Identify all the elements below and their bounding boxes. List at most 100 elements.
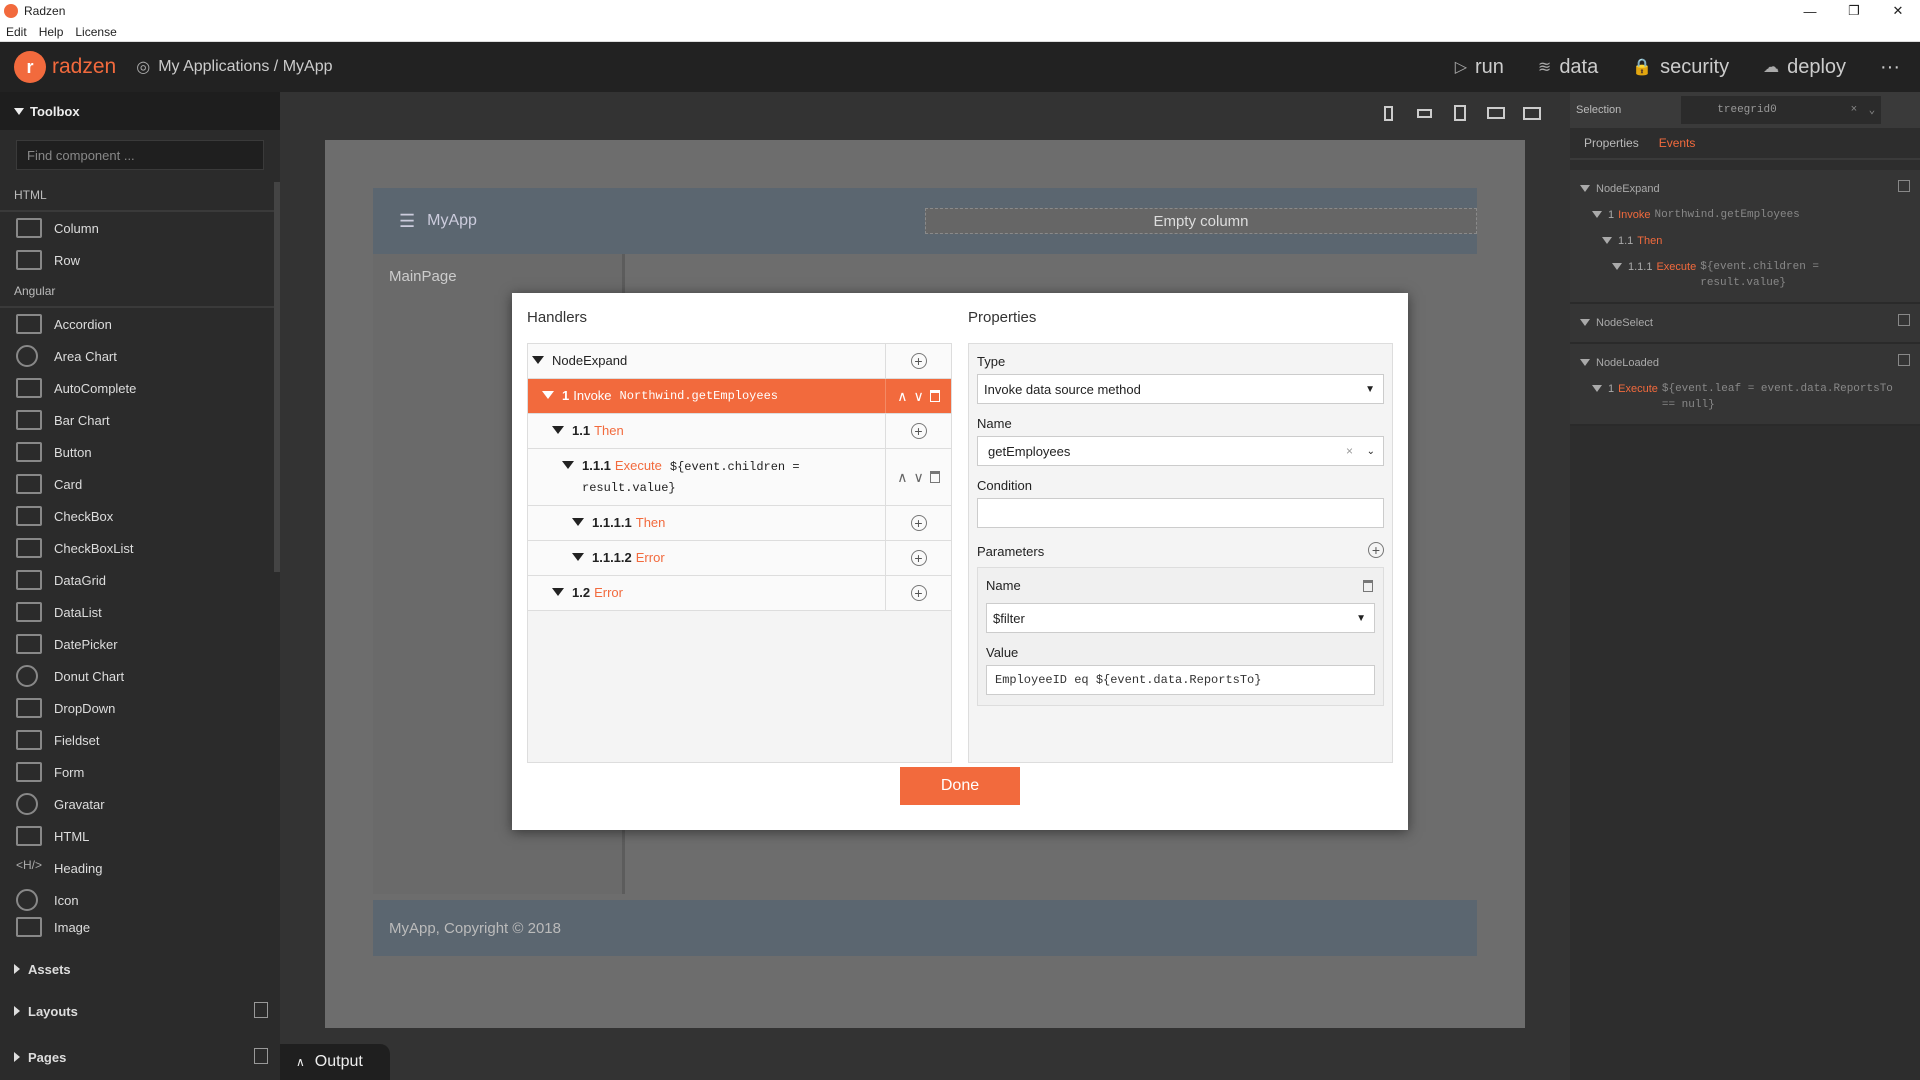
- app-header[interactable]: ☰ MyApp Empty column: [373, 188, 1477, 254]
- add-action-icon[interactable]: +: [910, 515, 927, 531]
- component-button[interactable]: Button: [0, 436, 280, 468]
- action-row[interactable]: 1.1.1 Execute ${event.children = result.va…: [1570, 254, 1920, 296]
- empty-column[interactable]: Empty column: [925, 208, 1477, 234]
- component-card[interactable]: Card: [0, 468, 280, 500]
- param-value-input[interactable]: EmployeeID eq ${event.data.ReportsTo}: [986, 665, 1375, 695]
- component-image[interactable]: Image: [0, 916, 280, 938]
- component-row[interactable]: Row: [0, 244, 280, 276]
- component-autocomplete[interactable]: AutoComplete: [0, 372, 280, 404]
- condition-input[interactable]: [977, 498, 1384, 528]
- data-button[interactable]: ≋ data: [1538, 56, 1598, 79]
- component-checkbox[interactable]: CheckBox: [0, 500, 280, 532]
- phone-landscape-button[interactable]: [1406, 100, 1442, 126]
- handler-row-error-nested[interactable]: 1.1.1.2 Error +: [528, 541, 951, 576]
- column-icon: [16, 218, 42, 238]
- component-heading[interactable]: <H/> Heading: [0, 852, 280, 884]
- logo-text: radzen: [52, 55, 117, 78]
- app-footer[interactable]: MyApp, Copyright © 2018: [373, 900, 1477, 956]
- tablet-landscape-button[interactable]: [1478, 100, 1514, 126]
- security-button[interactable]: 🔒 security: [1632, 56, 1729, 79]
- component-label: Column: [54, 220, 99, 236]
- component-icon[interactable]: Icon: [0, 884, 280, 916]
- handler-row-error[interactable]: 1.2 Error +: [528, 576, 951, 611]
- selection-dropdown[interactable]: treegrid0 × ⌄: [1681, 96, 1882, 124]
- action-row[interactable]: 1 Invoke Northwind.getEmployees: [1570, 202, 1920, 228]
- component-bar-chart[interactable]: Bar Chart: [0, 404, 280, 436]
- action-row[interactable]: 1 Execute ${event.leaf = event.data.Report…: [1570, 376, 1920, 418]
- edit-icon[interactable]: [1898, 354, 1910, 366]
- chevron-down-icon[interactable]: ⌄: [1367, 446, 1375, 457]
- handler-row-then[interactable]: 1.1 Then +: [528, 414, 951, 449]
- event-header[interactable]: NodeExpand: [1570, 176, 1920, 202]
- breadcrumb[interactable]: ◎ My Applications / MyApp: [136, 57, 332, 77]
- add-parameter-icon[interactable]: +: [1368, 542, 1384, 558]
- component-donut-chart[interactable]: Donut Chart: [0, 660, 280, 692]
- phone-portrait-button[interactable]: [1370, 100, 1406, 126]
- component-area-chart[interactable]: Area Chart: [0, 340, 280, 372]
- component-datagrid[interactable]: DataGrid: [0, 564, 280, 596]
- move-down-icon[interactable]: ∨: [914, 388, 924, 405]
- close-button[interactable]: ✕: [1876, 0, 1920, 22]
- handler-row-nodeexpand[interactable]: NodeExpand +: [528, 344, 951, 379]
- event-header[interactable]: NodeSelect: [1570, 310, 1920, 336]
- add-action-icon[interactable]: +: [910, 353, 927, 369]
- desktop-button[interactable]: [1514, 100, 1550, 126]
- handler-kind: Error: [594, 585, 623, 600]
- handler-row-execute[interactable]: 1.1.1 Execute ${event.children = result.val…: [528, 449, 951, 506]
- chevron-down-icon[interactable]: ⌄: [1869, 103, 1876, 117]
- component-form[interactable]: Form: [0, 756, 280, 788]
- menu-help[interactable]: Help: [33, 25, 70, 39]
- main-page-link[interactable]: MainPage: [389, 268, 457, 285]
- component-accordion[interactable]: Accordion: [0, 308, 280, 340]
- event-header[interactable]: NodeLoaded: [1570, 350, 1920, 376]
- maximize-button[interactable]: ❐: [1832, 0, 1876, 22]
- menu-license[interactable]: License: [69, 25, 122, 39]
- edit-icon[interactable]: [1898, 180, 1910, 192]
- component-datepicker[interactable]: DatePicker: [0, 628, 280, 660]
- component-html[interactable]: HTML: [0, 820, 280, 852]
- pages-section[interactable]: Pages: [0, 1036, 280, 1078]
- tab-properties[interactable]: Properties: [1584, 136, 1639, 150]
- add-page-icon[interactable]: [254, 1048, 268, 1064]
- add-layout-icon[interactable]: [254, 1002, 268, 1018]
- more-button[interactable]: ···: [1880, 56, 1900, 79]
- trash-icon[interactable]: [1363, 580, 1373, 592]
- type-select[interactable]: Invoke data source method ▼: [977, 374, 1384, 404]
- add-action-icon[interactable]: +: [910, 423, 927, 439]
- component-column[interactable]: Column: [0, 212, 280, 244]
- move-up-icon[interactable]: ∧: [897, 469, 907, 486]
- minimize-button[interactable]: —: [1788, 0, 1832, 22]
- radzen-logo[interactable]: r radzen: [14, 51, 116, 83]
- name-select[interactable]: getEmployees × ⌄: [977, 436, 1384, 466]
- move-up-icon[interactable]: ∧: [897, 388, 907, 405]
- component-checkboxlist[interactable]: CheckBoxList: [0, 532, 280, 564]
- deploy-button[interactable]: ☁ deploy: [1763, 56, 1846, 79]
- param-name-select[interactable]: $filter ▼: [986, 603, 1375, 633]
- handler-row-invoke[interactable]: 1 Invoke Northwind.getEmployees ∧ ∨: [528, 379, 951, 414]
- handler-row-then-nested[interactable]: 1.1.1.1 Then +: [528, 506, 951, 541]
- find-component-input[interactable]: Find component ...: [16, 140, 264, 170]
- trash-icon[interactable]: [929, 471, 940, 483]
- run-button[interactable]: ▷ run: [1455, 56, 1504, 79]
- clear-icon[interactable]: ×: [1346, 444, 1353, 458]
- trash-icon[interactable]: [929, 390, 940, 402]
- tab-events[interactable]: Events: [1659, 136, 1696, 150]
- add-action-icon[interactable]: +: [910, 550, 927, 566]
- action-row[interactable]: 1.1 Then: [1570, 228, 1920, 254]
- done-button[interactable]: Done: [900, 767, 1020, 805]
- clear-icon[interactable]: ×: [1851, 104, 1858, 116]
- assets-section[interactable]: Assets: [0, 948, 280, 990]
- add-action-icon[interactable]: +: [910, 585, 927, 601]
- accordion-icon: [16, 314, 42, 334]
- component-gravatar[interactable]: Gravatar: [0, 788, 280, 820]
- tablet-portrait-button[interactable]: [1442, 100, 1478, 126]
- component-fieldset[interactable]: Fieldset: [0, 724, 280, 756]
- component-datalist[interactable]: DataList: [0, 596, 280, 628]
- output-panel-tab[interactable]: ∧ Output: [280, 1044, 390, 1080]
- component-dropdown[interactable]: DropDown: [0, 692, 280, 724]
- layouts-section[interactable]: Layouts: [0, 990, 280, 1032]
- toolbox-header[interactable]: Toolbox: [0, 92, 280, 130]
- edit-icon[interactable]: [1898, 314, 1910, 326]
- menu-edit[interactable]: Edit: [0, 25, 33, 39]
- move-down-icon[interactable]: ∨: [914, 469, 924, 486]
